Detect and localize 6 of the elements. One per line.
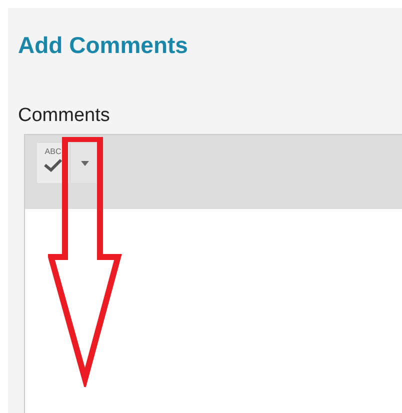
page-title: Add Comments xyxy=(18,31,189,60)
caret-icon xyxy=(81,160,89,166)
check-icon xyxy=(43,158,63,172)
dropdown-button[interactable] xyxy=(71,143,99,183)
comment-editor[interactable]: ABC xyxy=(24,134,402,413)
field-label: Comments xyxy=(18,104,111,128)
